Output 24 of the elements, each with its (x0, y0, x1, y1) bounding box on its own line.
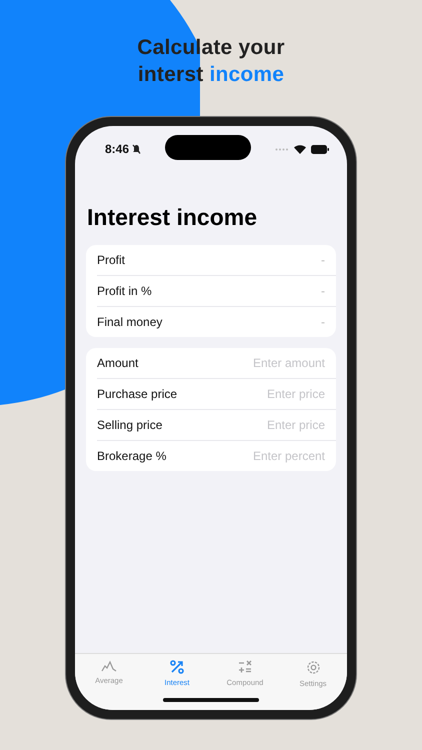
wifi-icon (294, 144, 306, 154)
input-field[interactable]: Enter amount (215, 356, 325, 370)
row-label: Profit (97, 253, 126, 267)
field-label: Amount (97, 356, 138, 370)
bell-slash-icon (132, 144, 142, 154)
input-field[interactable]: Enter price (215, 418, 325, 432)
calculator-icon (238, 660, 252, 674)
input-field[interactable]: Enter price (215, 387, 325, 401)
signal-icon (275, 148, 289, 150)
input-field[interactable]: Enter percent (215, 449, 325, 463)
settings-icon (306, 660, 320, 675)
percent-icon (170, 660, 184, 674)
page-title: Interest income (87, 204, 258, 231)
chart-line-icon (101, 660, 117, 672)
field-label: Brokerage % (97, 449, 166, 463)
battery-icon (311, 144, 329, 154)
row-value: - (321, 315, 325, 329)
field-label: Purchase price (97, 387, 178, 401)
row-value: - (321, 284, 325, 298)
row-label: Final money (97, 315, 162, 329)
row-value: - (321, 253, 325, 267)
status-time: 8:46 (105, 142, 130, 156)
row-label: Profit in % (97, 284, 152, 298)
field-label: Selling price (97, 418, 162, 432)
